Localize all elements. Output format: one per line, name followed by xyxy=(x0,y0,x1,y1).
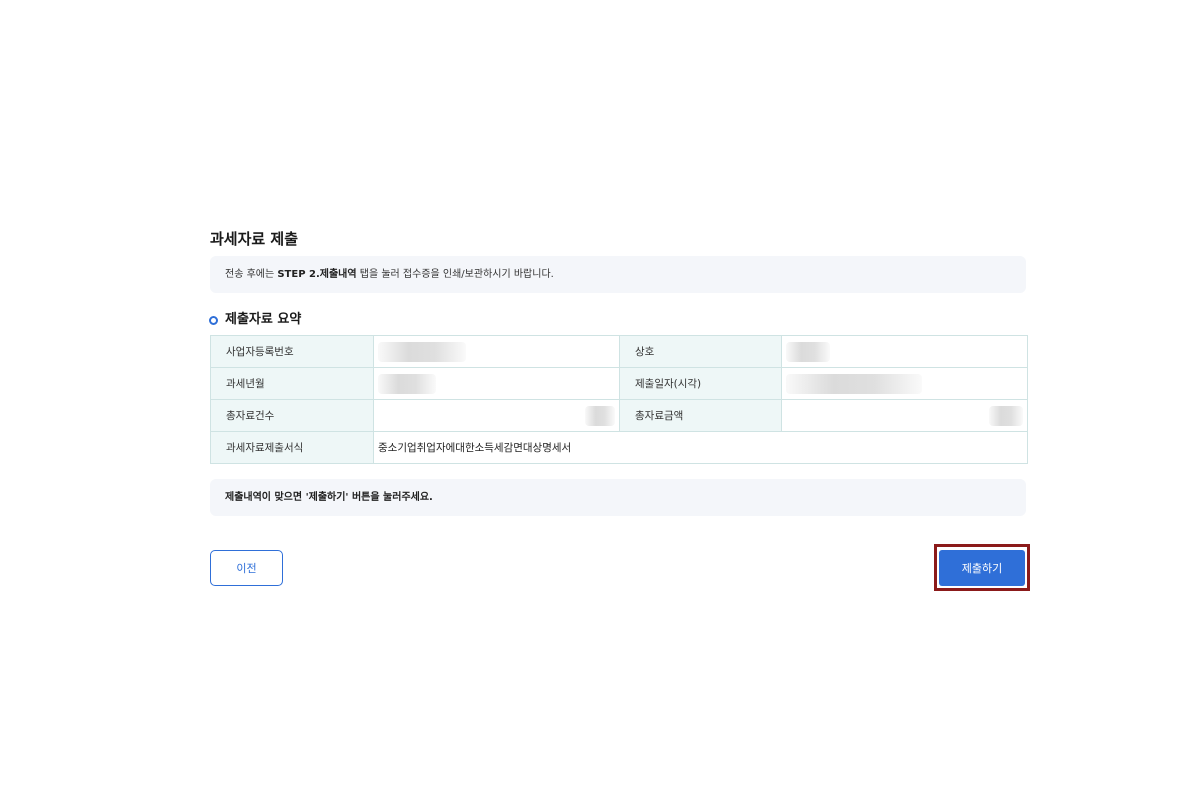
table-row: 총자료건수 총자료금액 xyxy=(210,399,1028,432)
prev-button[interactable]: 이전 xyxy=(210,550,283,586)
table-row: 과세자료제출서식 중소기업취업자에대한소득세감면대상명세서 xyxy=(210,431,1028,464)
notice-suffix: 탭을 눌러 접수증을 인쇄/보관하시기 바랍니다. xyxy=(356,269,554,280)
section-title: 제출자료 요약 xyxy=(209,311,1026,329)
table-row: 사업자등록번호 상호 xyxy=(210,335,1028,368)
label-business-number: 사업자등록번호 xyxy=(210,335,374,368)
redacted-value xyxy=(786,341,830,362)
label-tax-period: 과세년월 xyxy=(210,367,374,400)
value-total-amount xyxy=(781,399,1028,432)
value-company-name xyxy=(781,335,1028,368)
section-title-text: 제출자료 요약 xyxy=(225,312,302,327)
circle-bullet-icon xyxy=(209,315,218,325)
submit-button[interactable]: 제출하기 xyxy=(939,549,1025,586)
redacted-value xyxy=(989,405,1023,426)
table-row: 과세년월 제출일자(시각) xyxy=(210,367,1028,400)
value-tax-period xyxy=(373,367,620,400)
summary-table: 사업자등록번호 상호 과세년월 제출일자(시각) 총자료건수 총자료금액 과세자… xyxy=(210,335,1028,464)
submission-panel: 과세자료 제출 전송 후에는 STEP 2.제출내역 탭을 눌러 접수증을 인쇄… xyxy=(209,228,1028,516)
label-company-name: 상호 xyxy=(619,335,782,368)
confirm-notice: 제출내역이 맞으면 '제출하기' 버튼을 눌러주세요. xyxy=(210,479,1026,516)
submit-highlight-frame: 제출하기 xyxy=(934,544,1030,591)
value-business-number xyxy=(373,335,620,368)
label-submit-datetime: 제출일자(시각) xyxy=(619,367,782,400)
value-form-type: 중소기업취업자에대한소득세감면대상명세서 xyxy=(373,431,1028,464)
redacted-value xyxy=(378,341,466,362)
label-total-amount: 총자료금액 xyxy=(619,399,782,432)
value-submit-datetime xyxy=(781,367,1028,400)
info-notice: 전송 후에는 STEP 2.제출내역 탭을 눌러 접수증을 인쇄/보관하시기 바… xyxy=(210,256,1026,293)
notice-step-link: STEP 2.제출내역 xyxy=(277,269,357,280)
label-form-type: 과세자료제출서식 xyxy=(210,431,374,464)
label-total-count: 총자료건수 xyxy=(210,399,374,432)
redacted-value xyxy=(585,405,615,426)
value-total-count xyxy=(373,399,620,432)
redacted-value xyxy=(378,373,436,394)
redacted-value xyxy=(786,373,922,394)
page-title: 과세자료 제출 xyxy=(210,230,299,248)
notice-prefix: 전송 후에는 xyxy=(225,269,278,280)
